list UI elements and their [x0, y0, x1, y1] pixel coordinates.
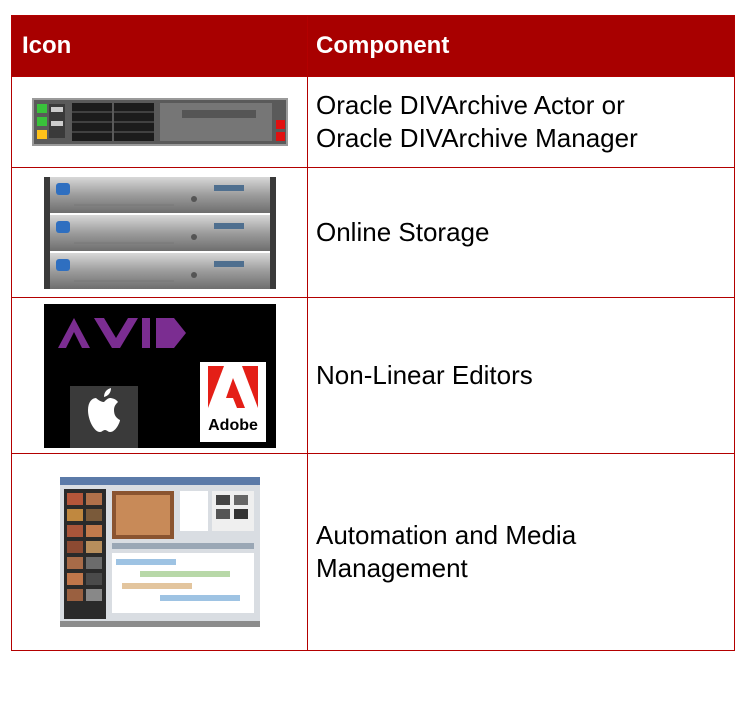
icon-cell: [11, 167, 308, 298]
icon-cell: [11, 76, 308, 168]
table-row: Online Storage: [11, 167, 735, 298]
media-software-screenshot-icon: [59, 477, 260, 627]
table-row: Oracle DIVArchive Actor or Oracle DIVArc…: [11, 76, 735, 168]
component-cell: Oracle DIVArchive Actor or Oracle DIVArc…: [307, 76, 735, 168]
nle-logos-icon: Adobe: [43, 303, 276, 448]
server-rack-icon: [31, 98, 288, 146]
adobe-wordmark: Adobe: [208, 417, 258, 434]
icon-cell: [11, 453, 308, 651]
component-cell: Automation and Media Management: [307, 453, 735, 651]
table-header-row: Icon Component: [11, 15, 735, 77]
component-cell: Online Storage: [307, 167, 735, 298]
storage-array-icon: [43, 176, 276, 289]
icon-cell: Adobe: [11, 297, 308, 454]
component-table: Icon Component Oracle DIVArchive Actor o…: [11, 15, 735, 651]
header-icon: Icon: [11, 15, 308, 77]
component-cell: Non-Linear Editors: [307, 297, 735, 454]
table-row: Adobe Non-Linear Editors: [11, 297, 735, 454]
header-component: Component: [307, 15, 735, 77]
table-row: Automation and Media Management: [11, 453, 735, 651]
